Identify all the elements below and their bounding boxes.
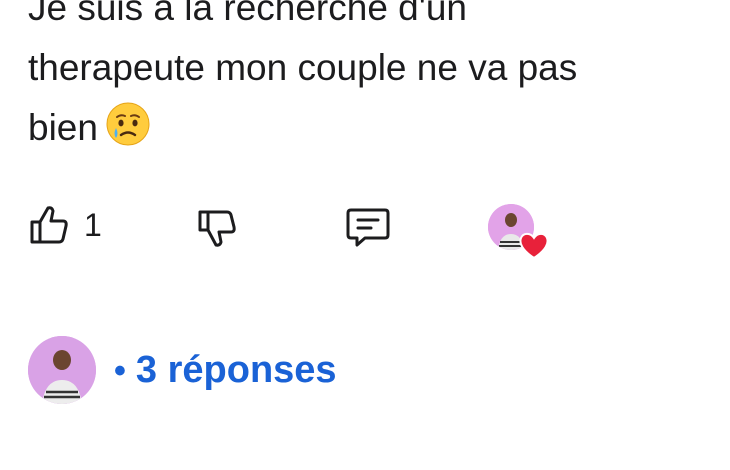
- post-actions: 1: [0, 0, 730, 300]
- thumbs-up-icon: [30, 206, 68, 244]
- replies-count-label[interactable]: 3 réponses: [136, 349, 337, 391]
- reaction-summary[interactable]: [488, 204, 552, 260]
- comment-icon: [346, 208, 390, 247]
- view-replies-link[interactable]: • 3 réponses: [114, 349, 337, 392]
- dislike-button[interactable]: [196, 206, 240, 250]
- replies-row[interactable]: • 3 réponses: [28, 336, 337, 404]
- like-button[interactable]: 1: [28, 204, 102, 246]
- like-count: 1: [84, 206, 102, 243]
- reply-author-avatar[interactable]: [28, 336, 96, 404]
- comment-button[interactable]: [345, 206, 391, 248]
- bullet-separator: •: [114, 351, 126, 390]
- thumbs-down-icon: [198, 210, 236, 247]
- heart-icon: [519, 232, 549, 260]
